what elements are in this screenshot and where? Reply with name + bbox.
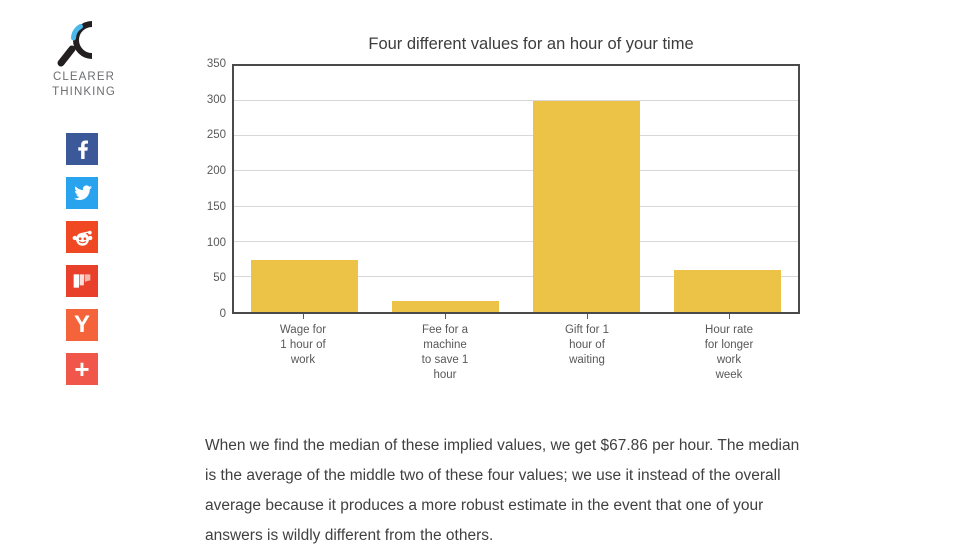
mix-icon — [73, 274, 91, 288]
left-sidebar: CLEARER THINKING Y + — [0, 0, 165, 540]
y-axis-tick-label: 250 — [206, 129, 226, 142]
reddit-alien-icon — [72, 230, 92, 246]
brand-logo[interactable]: CLEARER THINKING — [40, 18, 128, 100]
y-axis-tick-label: 0 — [219, 308, 226, 320]
share-button-list: Y + — [66, 133, 98, 397]
x-axis-tick-label-line: Fee for a — [421, 324, 469, 336]
x-axis-tick-label-line: hour — [433, 369, 457, 381]
hacker-news-y-icon: Y — [73, 311, 90, 338]
x-axis-tick-label-line: work — [716, 354, 742, 366]
chart-container: Four different values for an hour of you… — [190, 20, 830, 381]
x-axis-tick-label: Fee for a machine to save 1 hour — [390, 323, 500, 383]
x-axis-tick-label-line: week — [715, 369, 743, 381]
x-axis-tick-label-line: to save 1 — [421, 354, 469, 366]
share-button-more[interactable]: + — [66, 353, 98, 385]
share-button-twitter[interactable] — [66, 177, 98, 209]
share-button-hackernews[interactable]: Y — [66, 309, 98, 341]
x-axis-tick — [445, 314, 446, 319]
facebook-icon — [78, 140, 88, 159]
share-button-reddit[interactable] — [66, 221, 98, 253]
chart-title: Four different values for an hour of you… — [368, 35, 694, 53]
plus-icon: + — [74, 354, 90, 384]
x-axis-tick-label-line: 1 hour of — [280, 339, 326, 351]
y-axis-tick-label: 200 — [206, 165, 226, 178]
x-axis-tick-label-line: waiting — [569, 354, 605, 366]
x-axis-tick-label-line: Wage for — [279, 324, 327, 336]
x-axis-tick-label-line: work — [290, 354, 316, 366]
axis-overlay: 0 50 100 150 200 250 300 350 Wage for 1 hour of wo… — [207, 58, 800, 381]
x-axis-tick-label: Wage for 1 hour of work — [248, 323, 358, 368]
x-axis-tick-label: Hour rate for longer work week — [674, 323, 784, 383]
brand-name-line-2: THINKING — [52, 86, 116, 98]
y-axis-tick-label: 100 — [206, 236, 226, 249]
x-axis-tick — [729, 314, 730, 319]
plot-area: 0 50 100 150 200 250 300 350 Wage for 1 hour of wo… — [207, 58, 800, 381]
share-button-mix[interactable] — [66, 265, 98, 297]
x-axis-tick-label-line: Hour rate — [705, 324, 753, 336]
x-axis-tick — [587, 314, 588, 319]
x-axis-tick — [303, 314, 304, 319]
y-axis-tick-label: 150 — [206, 200, 226, 213]
brand-name-line-1: CLEARER — [52, 71, 116, 83]
share-button-facebook[interactable] — [66, 133, 98, 165]
article-paragraph: When we find the median of these implied… — [205, 436, 800, 544]
magnifying-glass-c-icon — [57, 21, 93, 67]
x-axis-tick-label-line: hour of — [569, 339, 605, 351]
x-axis-tick-label-line: machine — [423, 339, 467, 351]
x-axis-tick-label: Gift for 1 hour of waiting — [532, 323, 642, 368]
y-axis-tick-label: 350 — [206, 58, 226, 70]
x-axis-tick-label-line: for longer — [704, 339, 754, 351]
x-axis-tick-label-line: Gift for 1 — [564, 324, 610, 336]
y-axis-tick-label: 50 — [213, 272, 226, 285]
twitter-bird-icon — [73, 184, 92, 200]
y-axis-tick-label: 300 — [206, 93, 226, 106]
